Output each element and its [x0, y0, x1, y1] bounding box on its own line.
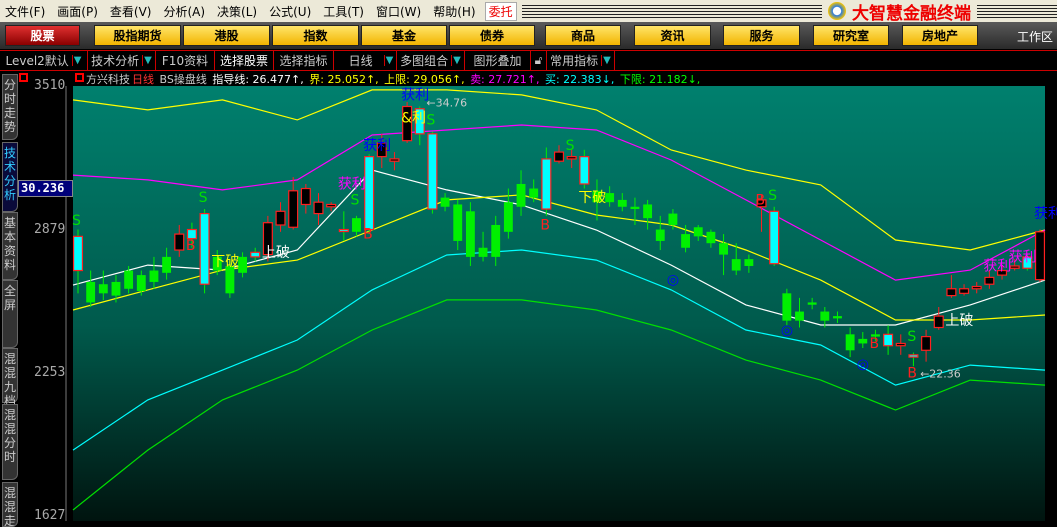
tab-fundamentals[interactable]: 基本资料 [2, 212, 18, 280]
chart-annotation: ◎ [667, 272, 679, 288]
chart-annotation: 获利 [401, 88, 429, 104]
chart-annotation: B [186, 238, 196, 254]
candle [199, 209, 210, 294]
chart-annotation: S [350, 192, 359, 208]
chart-annotation: 上破 [945, 313, 973, 329]
indicator-name: BS操盘线 [159, 73, 207, 86]
chart-annotation: B [363, 227, 373, 243]
sell-value: 卖: 27.721↑, [470, 73, 540, 86]
indicator-info-line: 方兴科技 日线 BS操盘线 指导线: 26.477↑, 界: 25.052↑, 上… [86, 71, 702, 86]
chart-annotation: 获利 [983, 259, 1011, 275]
chart-annotation: &利 [401, 110, 426, 126]
axis-label: 2253 [34, 365, 66, 380]
chart-annotation: S [426, 113, 435, 129]
candle [782, 288, 792, 326]
upper-value: 上限: 29.056↑, [384, 73, 465, 86]
chart-annotation: B [756, 192, 766, 208]
candle [1034, 229, 1046, 282]
candle [465, 202, 475, 266]
chart-annotation: ←34.76 [426, 97, 467, 110]
chart-annotation: S [72, 213, 81, 229]
chart-annotation: 下破 [578, 190, 606, 206]
tab-depth[interactable]: 混混九档 [2, 348, 18, 408]
candle [364, 154, 375, 235]
tab-mixed-trend[interactable]: 混混走 [2, 482, 18, 527]
jie-value: 界: 25.052↑, [309, 73, 379, 86]
period-text: 日线 [132, 73, 154, 86]
settings-icon[interactable] [19, 73, 28, 82]
chart-annotation: B [540, 218, 550, 234]
chart-annotation: ◎ [857, 357, 869, 373]
stock-name: 方兴科技 [86, 73, 130, 86]
chart-annotation: 获利 [1034, 206, 1057, 222]
tab-intraday[interactable]: 分时走势 [2, 74, 18, 140]
buy-value: 买: 22.383↓, [544, 73, 615, 86]
tab-technical[interactable]: 技术分析 [2, 142, 18, 212]
chart-annotation: 上破 [262, 245, 290, 261]
candle [769, 206, 780, 266]
chart-annotation: S [907, 329, 916, 345]
chart-annotation: B [869, 336, 879, 352]
axis-label: 2879 [34, 222, 66, 237]
candle [427, 131, 438, 214]
guide-value: 指导线: 26.477↑, [212, 73, 304, 86]
axis-label: 3510 [34, 78, 66, 93]
current-price-label: 30.236 [18, 180, 73, 197]
chart-annotation: S [199, 190, 208, 206]
chart-annotation: 获利 [338, 177, 366, 193]
side-tabs: 分时走势 技术分析 基本资料 全屏 混混九档 混混分时 混混走 [0, 72, 18, 527]
chart-annotation: S [768, 188, 777, 204]
lower-value: 下限: 21.182↓, [619, 73, 701, 86]
tab-fullscreen[interactable]: 全屏 [2, 280, 18, 348]
settings-icon[interactable] [75, 73, 84, 82]
chart-annotation: 下破 [211, 254, 239, 270]
chart-annotation: B [907, 366, 917, 382]
chart-annotation: 获利 [1009, 249, 1037, 265]
chart-annotation: 获利 [363, 138, 391, 154]
chart-annotation: ←22.36 [920, 368, 961, 381]
chart-annotation: ◎ [781, 322, 793, 338]
chart-annotation: S [566, 138, 575, 154]
tab-mixed-intraday[interactable]: 混混分时 [2, 404, 18, 480]
